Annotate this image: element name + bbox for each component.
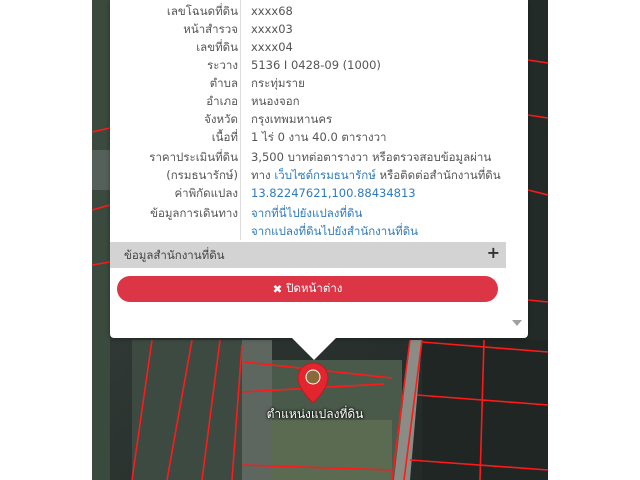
info-row-survey-page: หน้าสำรวจ xxxx03 [183, 22, 293, 36]
info-row-map-sheet: ระวาง 5136 I 0428-09 (1000) [207, 58, 381, 72]
info-row-district: อำเภอ หนองจอก [206, 94, 300, 108]
info-row-appraised-price-2: (กรมธนารักษ์) ทาง เว็บไซต์กรมธนารักษ์ หร… [166, 168, 501, 182]
info-row-travel: ข้อมูลการเดินทาง จากที่นี่ไปยังแปลงที่ดิ… [150, 204, 363, 222]
info-row-land-number: เลขที่ดิน xxxx04 [196, 40, 293, 54]
info-row-area: เนื้อที่ 1 ไร่ 0 งาน 40.0 ตารางวา [211, 130, 387, 144]
popup-pointer [292, 338, 336, 360]
marker-label: ตำแหน่งแปลงที่ดิน [266, 407, 364, 421]
info-row-deed-number: เลขโฉนดที่ดิน xxxx68 [166, 4, 293, 18]
treasury-website-link[interactable]: เว็บไซต์กรมธนารักษ์ [274, 168, 376, 182]
info-row-subdistrict: ตำบล กระทุ่มราย [209, 76, 305, 90]
land-office-section-toggle[interactable]: ข้อมูลสำนักงานที่ดิน + [110, 242, 506, 268]
directions-to-office-link[interactable]: จากแปลงที่ดินไปยังสำนักงานที่ดิน [251, 222, 418, 240]
info-row-appraised-price: ราคาประเมินที่ดิน 3,500 บาทต่อตารางวา หร… [149, 150, 492, 164]
info-row-coordinates: ค่าพิกัดแปลง 13.82247621,100.88434813 [174, 184, 416, 202]
scroll-down-arrow-icon[interactable] [512, 320, 522, 326]
coordinates-link[interactable]: 13.82247621,100.88434813 [251, 184, 416, 202]
directions-to-parcel-link[interactable]: จากที่นี่ไปยังแปลงที่ดิน [251, 204, 362, 222]
map-pin-icon[interactable] [297, 362, 329, 404]
info-row-province: จังหวัด กรุงเทพมหานคร [204, 112, 333, 126]
info-row-travel-2: จากแปลงที่ดินไปยังสำนักงานที่ดิน [110, 222, 510, 240]
plus-icon: + [486, 243, 500, 262]
close-icon: ✖ [272, 282, 283, 296]
close-window-button[interactable]: ✖ ปิดหน้าต่าง [117, 276, 498, 302]
